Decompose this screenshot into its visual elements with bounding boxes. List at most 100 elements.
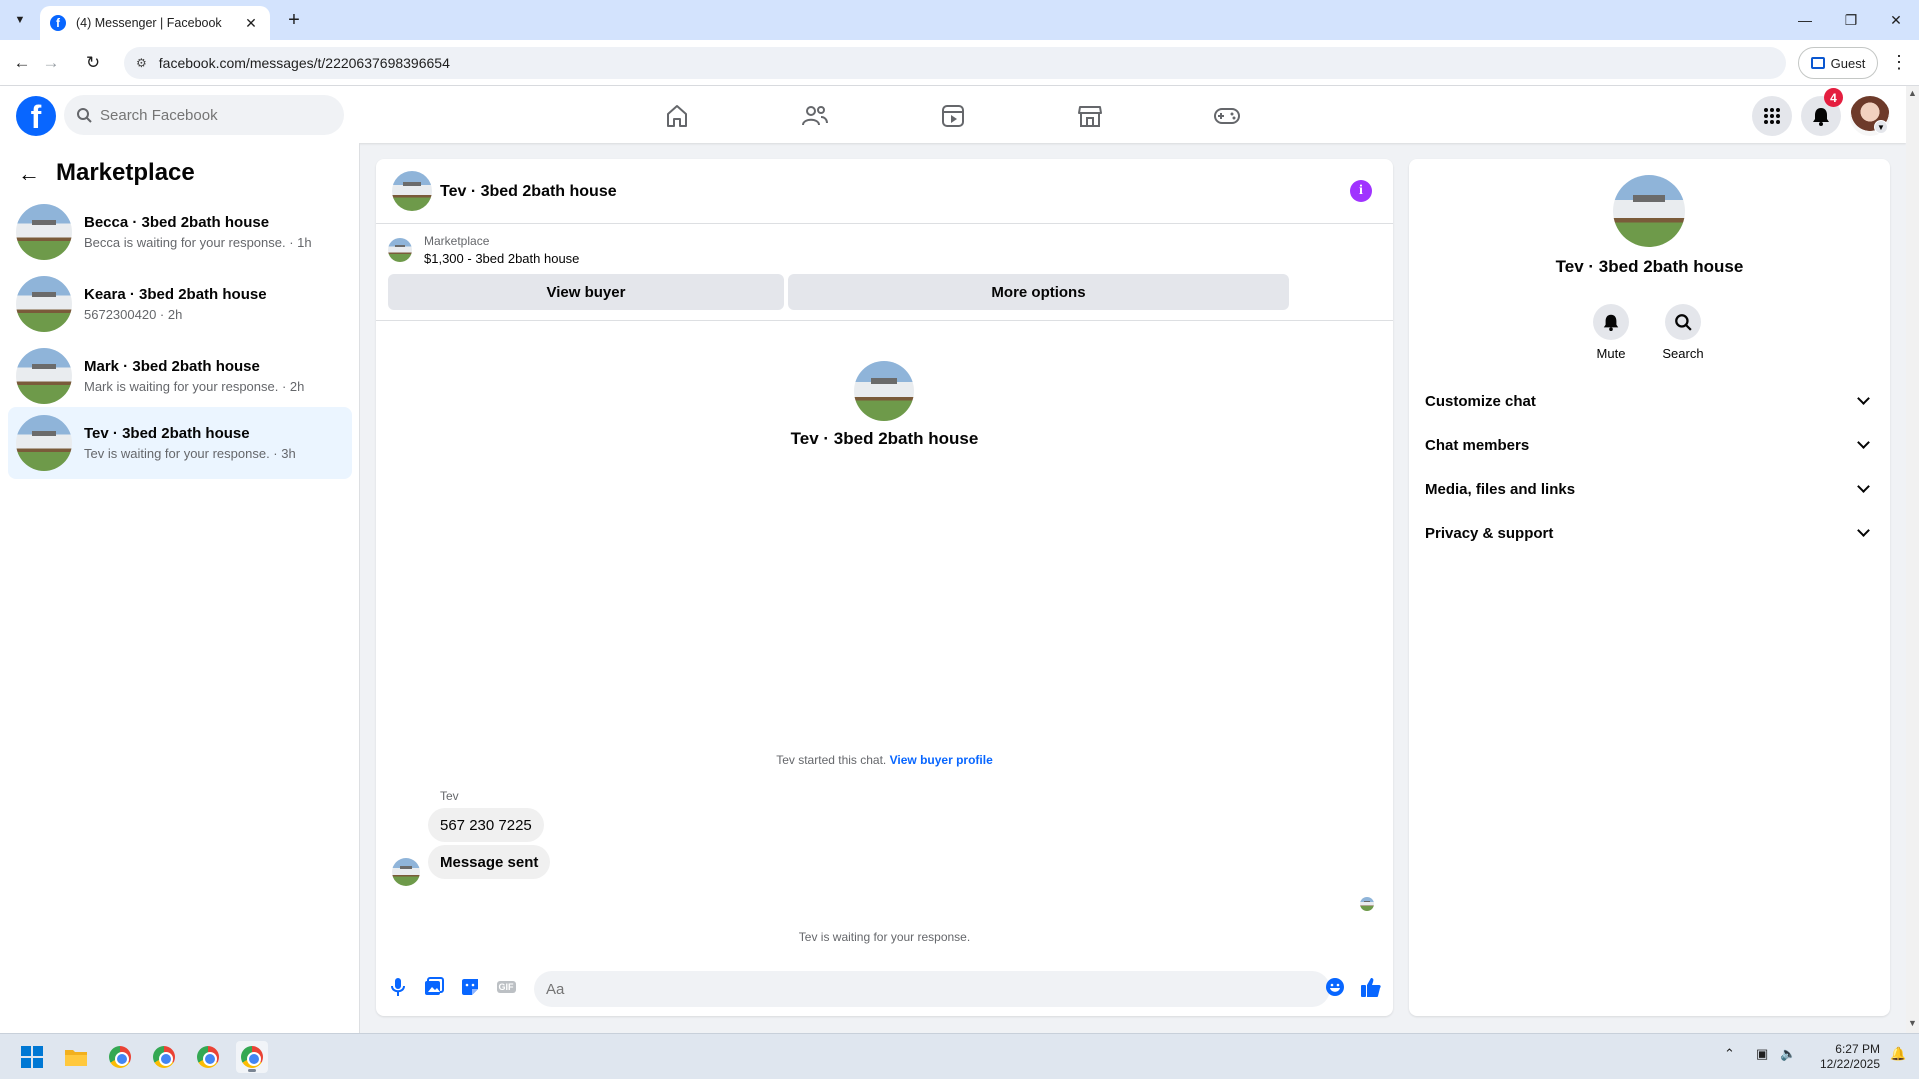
restore-button[interactable]: ❐	[1828, 0, 1874, 40]
volume-icon[interactable]: 🔈	[1780, 1046, 1796, 1062]
section-media-files-links[interactable]: Media, files and links	[1417, 469, 1882, 509]
minimize-button[interactable]: —	[1782, 0, 1828, 40]
video-icon	[942, 105, 964, 127]
conversation-item-active[interactable]: Tev · 3bed 2bath house Tev is waiting fo…	[8, 407, 352, 479]
sender-name: Tev	[440, 789, 459, 803]
new-tab-button[interactable]: +	[282, 8, 306, 32]
nav-marketplace[interactable]	[1035, 94, 1145, 138]
details-avatar[interactable]	[1613, 175, 1685, 247]
gaming-icon	[1214, 108, 1240, 124]
browser-menu-icon[interactable]: ⋮	[1890, 52, 1908, 73]
section-label: Media, files and links	[1425, 480, 1576, 498]
listing-thumbnail	[16, 348, 72, 404]
conversation-item[interactable]: Keara · 3bed 2bath house 5672300420 · 2h	[8, 269, 352, 339]
start-button[interactable]	[16, 1041, 48, 1073]
view-buyer-button[interactable]: View buyer	[388, 274, 784, 310]
tab-search-dropdown[interactable]: ▼	[8, 8, 32, 32]
view-buyer-profile-link[interactable]: View buyer profile	[890, 753, 993, 767]
address-bar[interactable]: ⚙ facebook.com/messages/t/22206376983966…	[124, 47, 1786, 79]
nav-home[interactable]	[622, 94, 732, 138]
chrome-profile-3-button[interactable]	[192, 1041, 224, 1073]
facebook-logo[interactable]: f	[16, 96, 56, 136]
gif-icon: GIF	[496, 981, 516, 993]
url-text: facebook.com/messages/t/2220637698396654	[158, 55, 450, 71]
section-customize-chat[interactable]: Customize chat	[1417, 381, 1882, 421]
listing-price-title[interactable]: $1,300 - 3bed 2bath house	[424, 251, 579, 266]
listing-thumbnail	[16, 415, 72, 471]
folder-icon	[65, 1050, 87, 1066]
facebook-search[interactable]	[64, 95, 344, 135]
active-indicator	[248, 1069, 256, 1072]
message-bubble[interactable]: 567 230 7225	[428, 808, 544, 842]
mute-action[interactable]: Mute	[1581, 304, 1641, 361]
chrome-profile-1-button[interactable]	[104, 1041, 136, 1073]
nav-friends[interactable]	[760, 94, 870, 138]
search-action[interactable]: Search	[1653, 304, 1713, 361]
home-icon	[667, 105, 687, 127]
microphone-icon	[391, 978, 405, 996]
more-options-button[interactable]: More options	[788, 274, 1289, 310]
sender-avatar[interactable]	[392, 858, 420, 886]
emoji-icon	[1326, 978, 1344, 996]
marketplace-icon	[1078, 106, 1102, 127]
listing-thumbnail[interactable]	[388, 238, 412, 262]
site-info-icon[interactable]: ⚙	[136, 56, 147, 70]
chat-avatar[interactable]	[392, 171, 432, 211]
facebook-header: f 4 ▼	[0, 86, 1906, 143]
scroll-down-icon[interactable]: ▼	[1908, 1018, 1917, 1028]
system-clock[interactable]: 6:27 PM 12/22/2025	[1810, 1042, 1880, 1072]
conversation-item[interactable]: Becca · 3bed 2bath house Becca is waitin…	[8, 197, 352, 267]
back-button[interactable]: ←	[9, 50, 35, 76]
marketplace-label: Marketplace	[424, 234, 490, 248]
reload-button[interactable]: ↻	[80, 50, 106, 76]
chevron-down-icon	[1857, 524, 1870, 537]
tab-close-icon[interactable]: ✕	[242, 15, 260, 32]
conversation-item[interactable]: Mark · 3bed 2bath house Mark is waiting …	[8, 341, 352, 411]
emoji-button[interactable]	[1321, 973, 1349, 1001]
sticker-button[interactable]	[456, 973, 484, 1001]
notification-badge: 4	[1824, 88, 1843, 107]
message-bubble[interactable]: Message sent	[428, 845, 551, 879]
chat-title[interactable]: Tev · 3bed 2bath house	[440, 183, 617, 201]
guest-label: Guest	[1830, 55, 1866, 71]
info-icon[interactable]: i	[1350, 180, 1372, 202]
scroll-up-icon[interactable]: ▲	[1908, 88, 1917, 98]
search-label: Search	[1662, 346, 1704, 361]
section-chat-members[interactable]: Chat members	[1417, 425, 1882, 465]
message-input[interactable]	[534, 971, 1330, 1007]
like-button[interactable]	[1357, 973, 1385, 1001]
conversation-preview: 5672300420 · 2h	[84, 307, 183, 322]
chevron-down-icon[interactable]: ▼	[1874, 120, 1888, 134]
conversation-name: Keara · 3bed 2bath house	[84, 286, 267, 303]
notification-center-icon[interactable]: 🔔	[1890, 1046, 1906, 1062]
chevron-down-icon	[1857, 392, 1870, 405]
network-icon[interactable]: ▣	[1756, 1046, 1768, 1062]
chat-window: Tev · 3bed 2bath house i Marketplace $1,…	[376, 159, 1393, 1016]
voice-clip-button[interactable]	[384, 973, 412, 1001]
page-scrollbar[interactable]: ▲ ▼	[1906, 86, 1919, 1033]
guest-profile-button[interactable]: Guest	[1798, 47, 1878, 79]
window-close-button[interactable]: ✕	[1873, 0, 1919, 40]
back-arrow-icon[interactable]: ←	[18, 161, 40, 187]
chevron-down-icon	[1857, 436, 1870, 449]
search-input[interactable]	[100, 106, 320, 124]
chat-header: Tev · 3bed 2bath house i	[376, 159, 1393, 224]
chrome-active-button[interactable]	[236, 1041, 268, 1073]
attach-photo-button[interactable]	[420, 973, 448, 1001]
gif-button[interactable]: GIF	[492, 973, 520, 1001]
chrome-profile-2-button[interactable]	[148, 1041, 180, 1073]
conversation-name: Mark · 3bed 2bath house	[84, 358, 260, 375]
browser-toolbar: ← → ↻ ⚙ facebook.com/messages/t/22206376…	[0, 40, 1919, 86]
section-privacy-support[interactable]: Privacy & support	[1417, 513, 1882, 553]
nav-video[interactable]	[898, 94, 1008, 138]
browser-tab-messenger[interactable]: f (4) Messenger | Facebook ✕	[40, 6, 270, 40]
tab-title: (4) Messenger | Facebook	[76, 16, 222, 30]
apps-grid-icon	[1764, 108, 1780, 124]
file-explorer-button[interactable]	[60, 1041, 92, 1073]
menu-button[interactable]	[1752, 96, 1792, 136]
tray-overflow-icon[interactable]: ⌃	[1724, 1046, 1735, 1062]
message-composer: GIF	[376, 965, 1393, 1015]
forward-button[interactable]: →	[38, 50, 64, 76]
details-name: Tev · 3bed 2bath house	[1555, 257, 1744, 276]
nav-gaming[interactable]	[1172, 94, 1282, 138]
